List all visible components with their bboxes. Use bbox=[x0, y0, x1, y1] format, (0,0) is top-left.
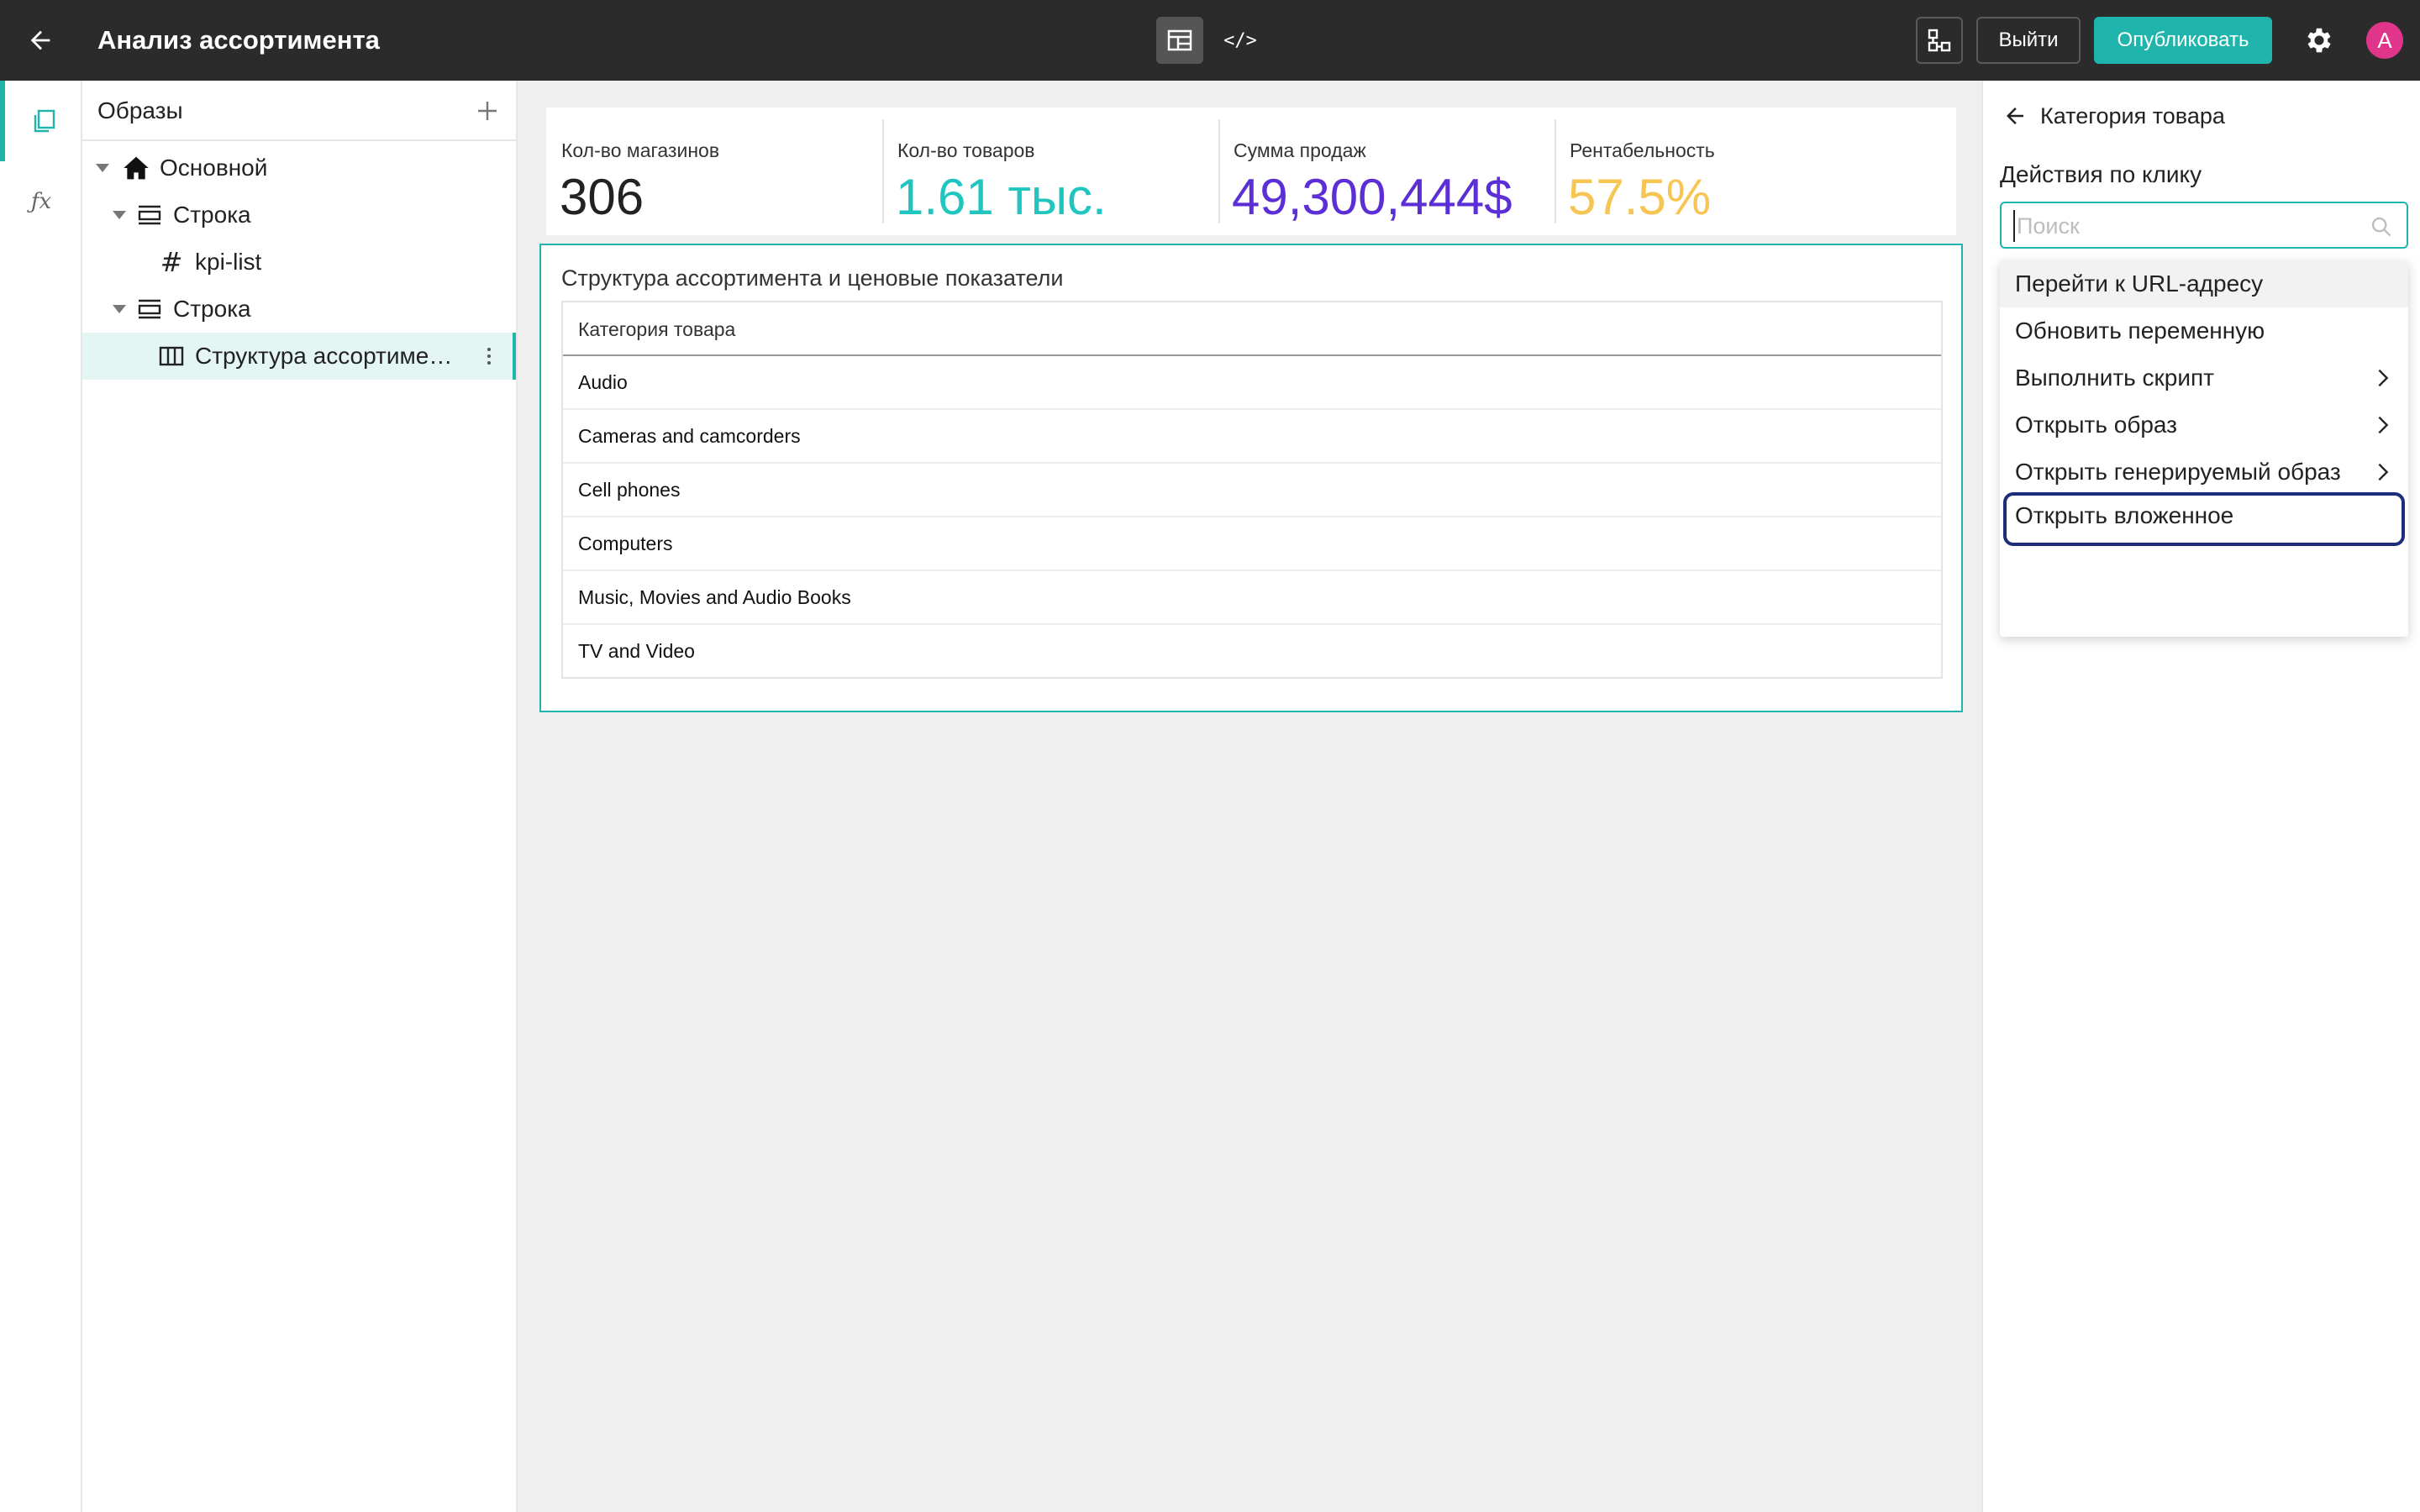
action-go-to-url[interactable]: Перейти к URL-адресу bbox=[2000, 260, 2408, 307]
action-label: Перейти к URL-адресу bbox=[2015, 270, 2264, 297]
hash-icon: # bbox=[160, 246, 183, 278]
kpi-label: Сумма продаж bbox=[1234, 139, 1366, 161]
top-bar: Анализ ассортимента </> Выйти Опубликова… bbox=[0, 0, 2420, 81]
kpi-list-widget[interactable]: Кол-во магазинов 306 Кол-во товаров 1.61… bbox=[546, 108, 1956, 235]
table-row[interactable]: Audio bbox=[563, 356, 1941, 410]
kpi-label: Рентабельность bbox=[1570, 139, 1715, 161]
structure-icon bbox=[1928, 29, 1951, 52]
user-avatar[interactable]: A bbox=[2366, 22, 2403, 59]
table-row[interactable]: Music, Movies and Audio Books bbox=[563, 571, 1941, 625]
caret-down-icon[interactable] bbox=[108, 203, 131, 227]
table-row[interactable]: Cell phones bbox=[563, 464, 1941, 517]
tree-item-label: Структура ассортимен… bbox=[195, 343, 464, 369]
chevron-right-icon bbox=[2378, 463, 2389, 481]
kpi-stores[interactable]: Кол-во магазинов 306 bbox=[546, 119, 882, 225]
pages-icon bbox=[34, 109, 55, 133]
kpi-label: Кол-во магазинов bbox=[561, 139, 720, 161]
exit-button[interactable]: Выйти bbox=[1976, 17, 2081, 64]
kpi-value: 57.5% bbox=[1568, 169, 1712, 225]
panel-title: Категория товара bbox=[2040, 102, 2225, 129]
action-run-script[interactable]: Выполнить скрипт bbox=[2000, 354, 2408, 402]
kpi-value: 1.61 тыс. bbox=[896, 169, 1107, 225]
code-icon: </> bbox=[1223, 29, 1257, 51]
design-view-button[interactable] bbox=[1156, 17, 1203, 64]
tree-title: Образы bbox=[97, 97, 183, 123]
assortment-table-widget[interactable]: Структура ассортимента и ценовые показат… bbox=[539, 244, 1963, 712]
tree-item-label: Строка bbox=[173, 202, 251, 228]
rail-functions-tab[interactable]: ƒx bbox=[0, 161, 82, 242]
action-label: Обновить переменную bbox=[2015, 318, 2265, 344]
tree-header: Образы bbox=[82, 81, 516, 141]
tree-item-row-1[interactable]: Строка bbox=[82, 192, 516, 239]
panel-back-link[interactable]: Категория товара bbox=[1998, 97, 2225, 134]
home-icon bbox=[121, 153, 151, 183]
left-rail: ƒx bbox=[0, 81, 82, 1512]
search-input[interactable] bbox=[2013, 210, 2349, 242]
rail-views-tab[interactable] bbox=[0, 81, 82, 161]
kpi-label: Кол-во товаров bbox=[897, 139, 1035, 161]
chevron-right-icon bbox=[2378, 416, 2389, 434]
tree-item-label: Основной bbox=[160, 155, 268, 181]
publish-button[interactable]: Опубликовать bbox=[2094, 17, 2272, 64]
gear-icon[interactable] bbox=[2299, 20, 2339, 60]
views-tree-panel: Образы Основной Строка # kpi-list Строка… bbox=[82, 81, 518, 1512]
add-icon[interactable] bbox=[469, 92, 506, 129]
table-row[interactable]: Computers bbox=[563, 517, 1941, 571]
kpi-products[interactable]: Кол-во товаров 1.61 тыс. bbox=[882, 119, 1218, 225]
search-icon bbox=[2371, 217, 2391, 237]
tree-item-label: kpi-list bbox=[195, 249, 262, 275]
back-arrow-icon[interactable] bbox=[22, 22, 59, 59]
app-title: Анализ ассортимента bbox=[97, 25, 380, 55]
properties-panel: Категория товара Действия по клику Перей… bbox=[1981, 81, 2420, 1512]
table-icon bbox=[156, 341, 187, 371]
widget-title: Структура ассортимента и ценовые показат… bbox=[561, 265, 1064, 291]
table-row[interactable]: TV and Video bbox=[563, 625, 1941, 679]
kpi-value: 306 bbox=[560, 169, 644, 225]
tree-item-row-2[interactable]: Строка bbox=[82, 286, 516, 333]
section-title: Действия по клику bbox=[2000, 161, 2202, 187]
caret-down-icon[interactable] bbox=[91, 156, 114, 180]
action-label: Выполнить скрипт bbox=[2015, 365, 2215, 391]
tree-item-label: Строка bbox=[173, 296, 251, 322]
layout-icon bbox=[1167, 29, 1192, 51]
data-table: Категория товара Audio Cameras and camco… bbox=[561, 301, 1943, 679]
structure-toggle-button[interactable] bbox=[1916, 17, 1963, 64]
kpi-profitability[interactable]: Рентабельность 57.5% bbox=[1555, 119, 1907, 225]
function-icon: ƒx bbox=[30, 189, 52, 214]
action-update-variable[interactable]: Обновить переменную bbox=[2000, 307, 2408, 354]
column-header[interactable]: Категория товара bbox=[563, 302, 1941, 356]
action-label: Открыть вложенное bbox=[2015, 502, 2234, 528]
row-icon bbox=[134, 200, 165, 230]
more-vert-icon[interactable] bbox=[481, 343, 497, 370]
action-label: Открыть генерируемый образ bbox=[2015, 459, 2341, 485]
kpi-value: 49,300,444$ bbox=[1232, 169, 1512, 225]
back-arrow-icon[interactable] bbox=[1998, 99, 2032, 133]
chevron-right-icon bbox=[2378, 369, 2389, 387]
tree-item-main[interactable]: Основной bbox=[82, 144, 516, 192]
tree-item-kpi-list[interactable]: # kpi-list bbox=[82, 239, 516, 286]
kpi-sales[interactable]: Сумма продаж 49,300,444$ bbox=[1218, 119, 1555, 225]
action-open-generated-view[interactable]: Открыть генерируемый образ bbox=[2000, 449, 2408, 496]
table-row[interactable]: Cameras and camcorders bbox=[563, 410, 1941, 464]
row-icon bbox=[134, 294, 165, 324]
caret-down-icon[interactable] bbox=[108, 297, 131, 321]
actions-dropdown: Перейти к URL-адресу Обновить переменную… bbox=[2000, 260, 2408, 637]
code-view-button[interactable]: </> bbox=[1217, 17, 1264, 64]
action-open-nested[interactable]: Открыть вложенное bbox=[2003, 492, 2405, 546]
action-search[interactable] bbox=[2000, 202, 2408, 249]
tree-item-table[interactable]: Структура ассортимен… bbox=[82, 333, 516, 380]
action-label: Открыть образ bbox=[2015, 412, 2178, 438]
action-open-view[interactable]: Открыть образ bbox=[2000, 402, 2408, 449]
